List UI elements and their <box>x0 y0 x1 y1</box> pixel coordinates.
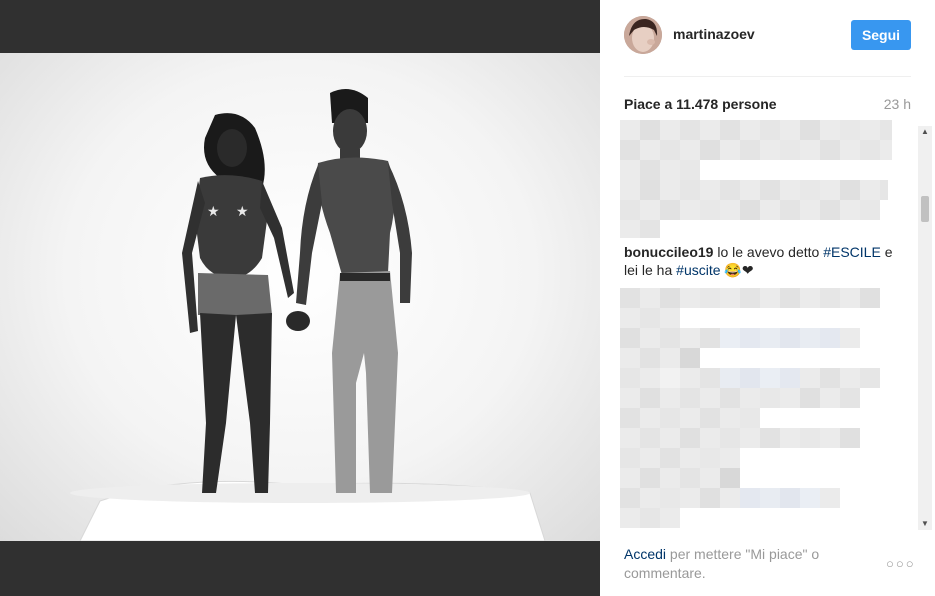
post-photo[interactable]: ★ ★ <box>0 53 600 541</box>
svg-text:★: ★ <box>207 204 220 220</box>
comment-text-1: lo le avevo detto <box>713 244 824 260</box>
likes-count[interactable]: Piace a 11.478 persone <box>624 96 777 112</box>
comment-item: bonuccileo19 lo le avevo detto #ESCILE e… <box>624 243 900 279</box>
more-options-icon[interactable]: ○○○ <box>886 556 916 571</box>
post-header: martinazoev Segui <box>624 14 911 77</box>
post-footer: Accedi per mettere "Mi piace" o commenta… <box>624 545 854 583</box>
comment-author[interactable]: bonuccileo19 <box>624 244 713 260</box>
post-time[interactable]: 23 h <box>884 96 911 112</box>
blurred-comment <box>620 118 900 243</box>
follow-button[interactable]: Segui <box>851 20 911 50</box>
likes-suffix: persone <box>722 96 777 112</box>
blurred-comments-lower <box>620 286 900 530</box>
likes-row: Piace a 11.478 persone 23 h <box>624 96 911 112</box>
username[interactable]: martinazoev <box>673 26 755 42</box>
svg-text:★: ★ <box>236 204 249 220</box>
media-pane: ★ ★ <box>0 0 600 596</box>
likes-number: 11.478 <box>676 96 719 112</box>
comments-list: bonuccileo19 lo le avevo detto #ESCILE e… <box>620 118 916 530</box>
login-link[interactable]: Accedi <box>624 546 666 562</box>
scroll-thumb[interactable] <box>921 196 929 222</box>
post-sidebar: martinazoev Segui Piace a 11.478 persone… <box>600 0 935 596</box>
avatar[interactable] <box>624 16 662 54</box>
comment-emoji: 😂❤ <box>720 262 754 278</box>
scroll-down-arrow-icon[interactable]: ▼ <box>918 518 932 530</box>
likes-prefix: Piace a <box>624 96 673 112</box>
scroll-up-arrow-icon[interactable]: ▲ <box>918 126 932 138</box>
hashtag-escile[interactable]: #ESCILE <box>823 244 881 260</box>
hashtag-uscite[interactable]: #uscite <box>676 262 720 278</box>
comments-scrollbar[interactable]: ▲ ▼ <box>918 126 932 530</box>
